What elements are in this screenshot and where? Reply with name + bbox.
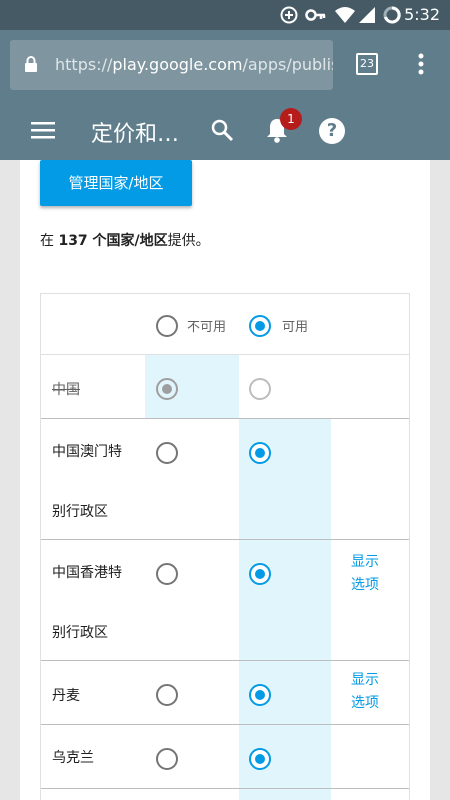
show-options-link[interactable]: 显示 选项 [351,669,391,715]
browser-toolbar: https://play.google.com/apps/publish/ 23 [0,30,450,100]
clock: 5:32 [404,5,440,24]
unavailable-radio[interactable] [156,442,178,464]
available-label: 可用 [282,320,309,335]
available-radio[interactable] [249,748,271,770]
show-options-line1: 显示 [351,554,379,570]
available-radio[interactable] [249,378,271,400]
country-name-line1: 中国澳门特 [52,444,122,460]
unavailable-label: 不可用 [187,320,227,335]
available-radio[interactable] [249,684,271,706]
page-title: 定价和… [91,122,180,147]
tab-switcher-button[interactable]: 23 [356,53,378,75]
help-icon[interactable]: ? [319,118,345,144]
unavailable-radio[interactable] [156,684,178,706]
unavailable-radio[interactable] [156,563,178,585]
signal-icon [359,7,375,23]
country-availability-table: 不可用 可用 中国 中国澳门特 别行政区 中国香港特 别行政区 显示 选项 丹麦… [40,293,410,800]
show-options-line2: 选项 [351,577,379,593]
more-vert-icon[interactable] [413,52,429,76]
menu-icon[interactable] [31,120,55,140]
country-name-line2: 别行政区 [52,625,108,641]
show-options-line2: 选项 [351,695,379,711]
pricing-card: 管理国家/地区 在 137 个国家/地区提供。 不可用 可用 中国 中国澳门特 … [20,160,430,800]
availability-summary: 在 137 个国家/地区提供。 [40,233,210,249]
table-row: 乌克兰 [41,725,409,789]
unavailable-radio[interactable] [156,378,178,400]
country-name: 丹麦 [52,688,80,704]
selected-cell-highlight [239,419,331,539]
url-bar[interactable]: https://play.google.com/apps/publish/ [10,40,333,90]
show-options-link[interactable]: 显示 选项 [351,551,391,597]
select-all-available-radio[interactable] [249,315,271,337]
table-row [41,789,409,800]
country-name: 中国 [52,382,80,398]
battery-icon [383,6,401,24]
available-radio[interactable] [249,442,271,464]
status-bar: 5:32 [0,0,450,30]
manage-countries-button[interactable]: 管理国家/地区 [40,160,192,206]
country-name-line1: 中国香港特 [52,565,122,581]
wifi-icon [335,7,355,23]
selected-cell-highlight [239,789,331,800]
selected-cell-highlight [239,540,331,660]
available-radio[interactable] [249,563,271,585]
table-row: 中国香港特 别行政区 显示选项 [41,540,409,661]
notification-badge: 1 [280,108,302,130]
table-row: 中国 [41,355,409,419]
data-saver-icon [280,6,298,24]
lock-icon [25,56,37,72]
url-text: https://play.google.com/apps/publish/ [55,55,333,74]
unavailable-radio[interactable] [156,748,178,770]
country-name: 乌克兰 [52,750,94,766]
select-all-unavailable-radio[interactable] [156,315,178,337]
table-header-row: 不可用 可用 [41,294,409,355]
country-name-line2: 别行政区 [52,504,108,520]
show-options-line1: 显示 [351,672,379,688]
key-icon [305,9,326,21]
app-bar: 定价和… 1 ? [0,100,450,250]
table-row: 丹麦 显示选项 [41,661,409,725]
search-icon[interactable] [210,118,234,142]
table-row: 中国澳门特 别行政区 [41,419,409,540]
